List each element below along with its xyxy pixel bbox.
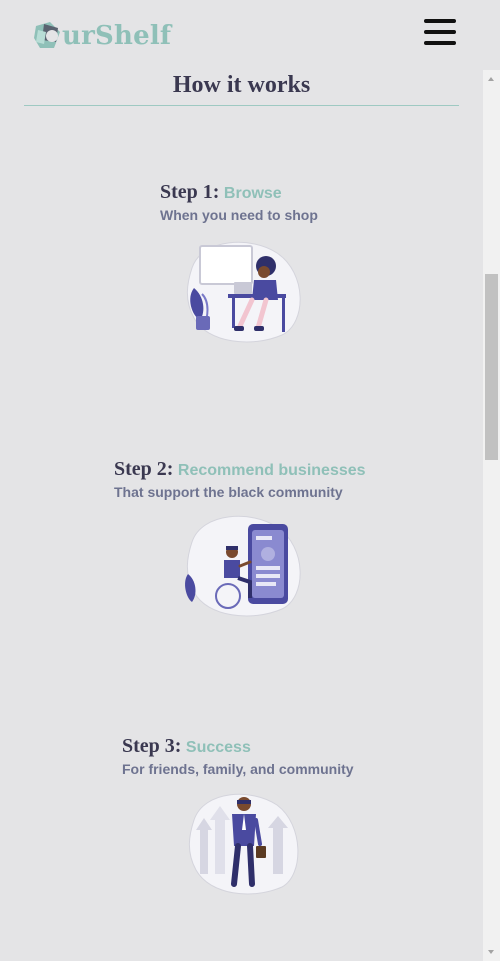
logo-text: urShelf [62,21,172,51]
logo-mark-icon [30,18,66,54]
step-description: When you need to shop [160,207,318,223]
step-3: Step 3: Success For friends, family, and… [122,735,354,777]
hamburger-bar-icon [424,30,456,34]
section-title: How it works [172,72,311,98]
step-description: That support the black community [114,484,343,500]
person-in-wheelchair-with-phone-illustration [182,512,312,622]
scroll-down-arrow-icon[interactable] [483,944,500,961]
hamburger-bar-icon [424,19,456,23]
businessman-with-arrows-illustration [182,790,312,900]
step-2: Step 2: Recommend businesses That suppor… [114,458,366,500]
step-name: Recommend businesses [177,462,366,479]
person-at-desk-illustration [182,238,312,348]
menu-button[interactable] [424,19,456,45]
hamburger-bar-icon [424,41,456,45]
step-name: Browse [223,185,282,202]
scrollbar-thumb[interactable] [485,274,498,460]
scroll-up-arrow-icon[interactable] [483,70,500,87]
site-header: urShelf [0,0,500,70]
step-name: Success [185,739,251,756]
title-divider [24,105,459,106]
scrollbar[interactable] [483,70,500,961]
step-description: For friends, family, and community [122,761,354,777]
step-prefix: Step 3: [122,735,182,757]
step-1: Step 1: Browse When you need to shop [160,181,318,223]
logo[interactable]: urShelf [30,16,171,56]
step-prefix: Step 2: [114,458,174,480]
step-prefix: Step 1: [160,181,220,203]
